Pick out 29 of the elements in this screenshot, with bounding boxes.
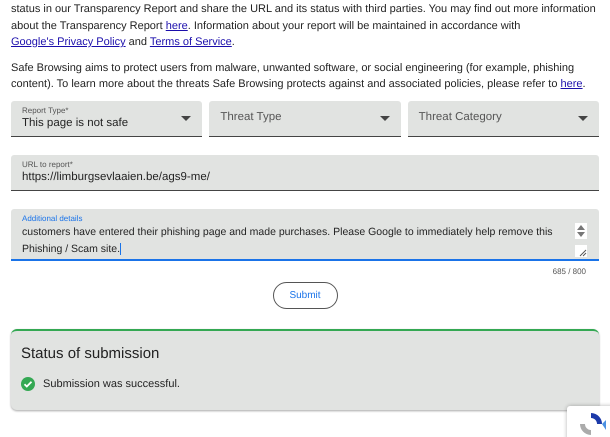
field-value: This page is not safe <box>22 116 128 130</box>
intro-paragraph: status in our Transparency Report and share the URL and its status with third parties. You may find out more information about the Transparency Report here. Information about your report will be maintained in accordance with Google's Privacy Policy and Terms of Service. <box>11 2 597 50</box>
check-circle-icon <box>21 377 35 392</box>
inline-link[interactable]: Terms of Service <box>150 36 232 48</box>
field-value: customers have entered their phishing page and made purchases. Please Google to immediately help remove this Phishing / Scam site. <box>22 224 554 257</box>
dropdown-field[interactable]: Report Type* This page is not safe <box>11 100 202 136</box>
dropdown-caret-icon <box>578 116 588 120</box>
field-placeholder: Threat Type <box>220 110 282 126</box>
intro-paragraph: Safe Browsing aims to protect users from malware, unwanted software, or social engineering (for example, phishing content). To learn more about the threats Safe Browsing protects against and associated policies, please refer to here. <box>11 60 587 92</box>
character-counter: 685 / 800 <box>552 266 586 278</box>
inline-link[interactable]: Google's Privacy Policy <box>11 36 126 48</box>
field-label: Additional details <box>22 214 84 224</box>
details-field[interactable]: Additional details customers have entered their phishing page and made purchases. Please Google to immediately help remove this Phishing / Scam site. <box>11 208 599 260</box>
dropdown-caret-icon <box>181 116 192 120</box>
field-placeholder: Threat Category <box>418 110 502 126</box>
inline-link[interactable]: here <box>560 78 583 90</box>
dropdown-caret-icon <box>380 116 390 120</box>
inline-link[interactable]: here <box>166 20 188 32</box>
dropdown-field[interactable]: Threat Type <box>209 100 401 136</box>
submit-button[interactable]: Submit <box>272 282 338 308</box>
dropdown-field[interactable]: Threat Category <box>408 100 599 136</box>
url-field[interactable]: URL to report* https://limburgsevlaaien.be/ags9-me/ <box>11 154 599 190</box>
status-title: Status of submission <box>21 344 160 364</box>
field-label: URL to report* <box>22 160 74 170</box>
status-message: Submission was successful. <box>43 377 180 392</box>
field-value: https://limburgsevlaaien.be/ags9-me/ <box>22 170 211 184</box>
resize-handle-icon[interactable] <box>575 244 587 256</box>
field-label: Report Type* <box>22 106 70 116</box>
spinner-icon[interactable] <box>575 222 587 238</box>
